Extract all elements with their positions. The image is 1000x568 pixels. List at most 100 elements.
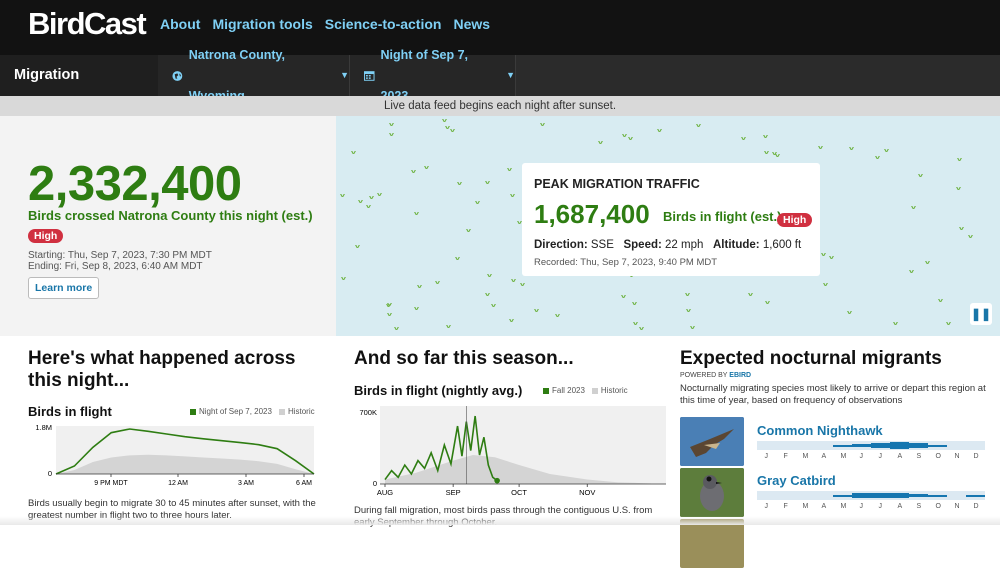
- bird-mark: v: [351, 149, 357, 156]
- bird-mark: v: [956, 185, 962, 192]
- x-tick-label: 9 PM MDT: [94, 480, 128, 487]
- live-feed-banner: Live data feed begins each night after s…: [0, 96, 1000, 116]
- peak-traffic-card: PEAK MIGRATION TRAFFIC 1,687,400 Birds i…: [522, 163, 820, 276]
- legend-swatch-current: [543, 387, 549, 394]
- bird-mark: v: [847, 309, 853, 316]
- bird-mark: v: [414, 210, 420, 217]
- nav-link-news[interactable]: News: [453, 16, 490, 32]
- direction-label: Direction:: [534, 239, 588, 251]
- speed-label: Speed:: [623, 239, 662, 251]
- frequency-bar-segment: [966, 494, 985, 497]
- bird-mark: v: [411, 168, 417, 175]
- migrants-description: Nocturnally migrating species most likel…: [680, 383, 986, 406]
- powered-label: POWERED BY: [680, 372, 728, 379]
- bird-mark: v: [510, 192, 516, 199]
- bird-mark: v: [485, 179, 491, 186]
- bird-mark: v: [621, 293, 627, 300]
- current-day-marker: [494, 477, 500, 484]
- month-label: M: [802, 453, 809, 460]
- peak-conditions: Direction: SSE Speed: 22 mph Altitude: 1…: [534, 239, 801, 251]
- bird-mark: v: [389, 121, 395, 128]
- bird-mark: v: [446, 323, 452, 330]
- month-label: M: [840, 453, 847, 460]
- legend-swatch-current: [190, 408, 196, 415]
- bird-mark: v: [639, 325, 645, 332]
- y-tick-label: 1.8M: [35, 423, 52, 432]
- legend-current: Fall 2023: [552, 386, 585, 395]
- bird-mark: v: [507, 166, 513, 173]
- season-chart-legend: Fall 2023 Historic: [543, 386, 628, 395]
- month-label: O: [935, 503, 941, 510]
- night-chart-legend: Night of Sep 7, 2023 Historic: [190, 407, 315, 416]
- powered-by: POWERED BY EBIRD: [680, 372, 751, 379]
- bird-mark: v: [633, 320, 639, 327]
- y-tick-label: 0: [48, 469, 52, 478]
- bird-mark: v: [884, 147, 890, 154]
- bird-mark: v: [377, 191, 383, 198]
- x-tick-label: NOV: [579, 488, 595, 497]
- month-label: O: [935, 453, 941, 460]
- bird-mark: v: [457, 180, 463, 187]
- bird-mark: v: [466, 227, 472, 234]
- bottom-fade: [0, 516, 1000, 525]
- season-heading: And so far this season...: [354, 348, 574, 369]
- bird-mark: v: [394, 325, 400, 332]
- bird-mark: v: [445, 124, 451, 131]
- nav-link-migration-tools[interactable]: Migration tools: [212, 16, 312, 32]
- bird-mark: v: [435, 279, 441, 286]
- bird-mark: v: [387, 311, 393, 318]
- pause-animation-button[interactable]: ❚❚: [970, 303, 992, 325]
- gray-catbird-photo[interactable]: [680, 468, 744, 517]
- month-label: A: [821, 503, 827, 510]
- month-label: N: [954, 453, 960, 460]
- species-name-gray-catbird[interactable]: Gray Catbird: [757, 473, 836, 488]
- bird-mark: v: [358, 198, 364, 205]
- ebird-link[interactable]: EBIRD: [729, 372, 751, 379]
- bird-mark: v: [417, 283, 423, 290]
- nav-link-about[interactable]: About: [160, 16, 200, 32]
- month-label: J: [878, 453, 883, 460]
- legend-swatch-historic: [591, 387, 598, 394]
- nav-link-science-to-action[interactable]: Science-to-action: [325, 16, 442, 32]
- bird-mark: v: [690, 324, 696, 331]
- month-label: J: [764, 453, 769, 460]
- bird-mark: v: [823, 281, 829, 288]
- bird-mark: v: [424, 164, 430, 171]
- birdcast-logo[interactable]: BirdCast: [28, 6, 147, 42]
- month-label: N: [954, 503, 960, 510]
- month-label: J: [859, 503, 864, 510]
- peak-recorded-time: Recorded: Thu, Sep 7, 2023, 9:40 PM MDT: [534, 257, 718, 268]
- bird-mark: v: [386, 302, 392, 309]
- bird-mark: v: [925, 259, 931, 266]
- bird-mark: v: [893, 320, 899, 327]
- next-species-photo[interactable]: [680, 519, 744, 568]
- bird-mark: v: [534, 307, 540, 314]
- learn-more-button[interactable]: Learn more: [28, 277, 100, 299]
- bird-mark: v: [763, 133, 769, 140]
- legend-historic: Historic: [600, 386, 628, 395]
- location-dropdown[interactable]: Natrona County, Wyoming ▼: [158, 48, 350, 103]
- bird-mark: v: [487, 272, 493, 279]
- bird-mark: v: [696, 122, 702, 129]
- peak-unit: Birds in flight (est.): [663, 209, 782, 224]
- month-label: F: [783, 503, 788, 510]
- peak-title: PEAK MIGRATION TRAFFIC: [534, 177, 700, 191]
- frequency-bar-segment: [871, 442, 890, 449]
- x-tick-label: AUG: [377, 488, 393, 497]
- month-label: F: [783, 453, 788, 460]
- total-birds-count: 2,332,400: [28, 157, 242, 211]
- chevron-down-icon: ▼: [506, 70, 515, 80]
- total-birds-subtitle: Birds crossed Natrona County this night …: [28, 208, 313, 223]
- common-nighthawk-photo[interactable]: [680, 417, 744, 466]
- frequency-bar-segment: [890, 493, 909, 498]
- date-dropdown[interactable]: Night of Sep 7, 2023 ▼: [350, 48, 516, 103]
- bird-mark: v: [686, 307, 692, 314]
- x-tick-label: 6 AM: [296, 480, 312, 487]
- species-name-common-nighthawk[interactable]: Common Nighthawk: [757, 423, 883, 438]
- bird-mark: v: [450, 127, 456, 134]
- bird-mark: v: [389, 131, 395, 138]
- intensity-badge: High: [28, 229, 64, 243]
- frequency-bar-segment: [852, 443, 871, 448]
- dashboard-bar: Migration Dashboard Natrona County, Wyom…: [0, 48, 1000, 124]
- bird-mark: v: [555, 312, 561, 319]
